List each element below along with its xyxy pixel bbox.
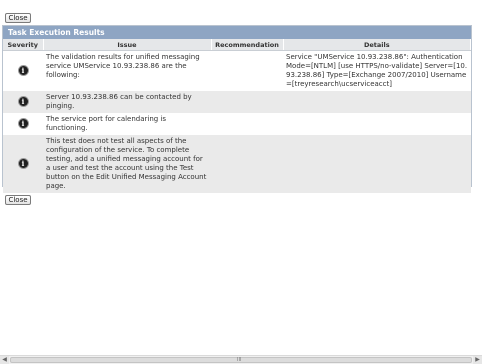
recommendation-cell (211, 50, 283, 91)
severity-cell: i (3, 50, 43, 91)
scroll-left-arrow-icon[interactable]: ◀ (0, 356, 9, 364)
issue-cell: The validation results for unified messa… (43, 50, 211, 91)
issue-cell: Server 10.93.238.86 can be contacted by … (43, 91, 211, 113)
table-row: i This test does not test all aspects of… (3, 135, 471, 193)
table-row: i The service port for calendaring is fu… (3, 113, 471, 135)
table-row: i The validation results for unified mes… (3, 50, 471, 91)
details-cell (283, 91, 471, 113)
close-button-bottom[interactable]: Close (5, 195, 31, 205)
issue-cell: This test does not test all aspects of t… (43, 135, 211, 193)
recommendation-cell (211, 91, 283, 113)
results-table: Severity Issue Recommendation Details i … (3, 39, 471, 193)
scroll-right-arrow-icon[interactable]: ▶ (473, 356, 482, 364)
severity-cell: i (3, 113, 43, 135)
info-icon: i (18, 97, 28, 106)
details-cell: Service "UMService 10.93.238.86": Authen… (283, 50, 471, 91)
severity-cell: i (3, 91, 43, 113)
info-icon: i (18, 119, 28, 128)
column-header-issue[interactable]: Issue (43, 39, 212, 51)
table-header-row: Severity Issue Recommendation Details (3, 39, 471, 51)
column-header-details[interactable]: Details (283, 39, 471, 51)
panel-title: Task Execution Results (3, 26, 471, 39)
column-header-recommendation[interactable]: Recommendation (211, 39, 284, 51)
scrollbar-grip: III (237, 357, 242, 363)
task-execution-results-panel: Task Execution Results Severity Issue Re… (2, 25, 472, 193)
info-icon: i (18, 159, 28, 168)
column-header-severity[interactable]: Severity (3, 39, 44, 51)
horizontal-scrollbar[interactable]: ◀ III ▶ (0, 355, 482, 364)
details-cell (283, 135, 471, 193)
issue-cell: The service port for calendaring is func… (43, 113, 211, 135)
severity-cell: i (3, 135, 43, 193)
recommendation-cell (211, 135, 283, 193)
close-button-top[interactable]: Close (5, 13, 31, 23)
table-row: i Server 10.93.238.86 can be contacted b… (3, 91, 471, 113)
scrollbar-thumb[interactable]: III (10, 357, 472, 363)
recommendation-cell (211, 113, 283, 135)
details-cell (283, 113, 471, 135)
info-icon: i (18, 66, 28, 75)
